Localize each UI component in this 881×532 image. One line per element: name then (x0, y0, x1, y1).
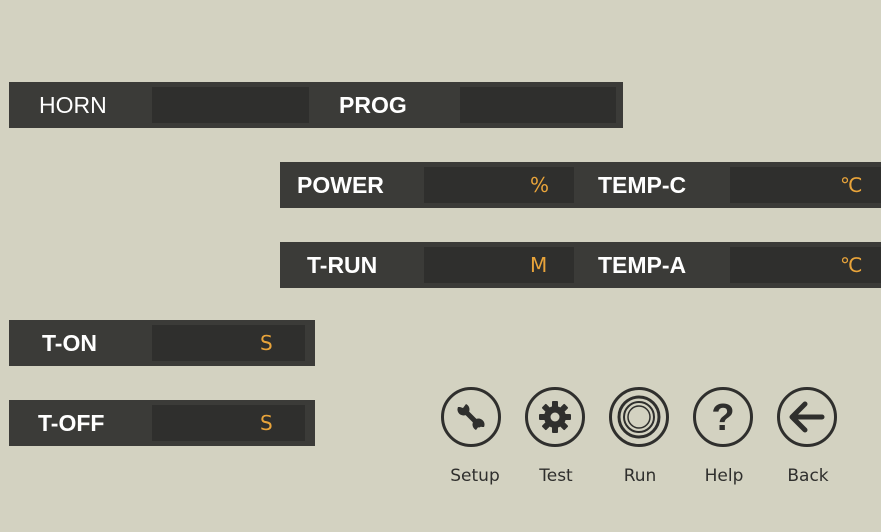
run-label: Run (623, 466, 657, 486)
t-on-unit: S (260, 331, 273, 355)
back-label: Back (787, 466, 829, 486)
t-run-label: T-RUN (307, 252, 378, 278)
gear-icon (539, 401, 571, 433)
t-off-unit: S (260, 411, 273, 435)
horn-label: HORN (39, 92, 107, 118)
setup-label: Setup (450, 466, 500, 486)
power-field[interactable]: % (424, 167, 574, 203)
t-run-temp-a-strip: T-RUN M TEMP-A ℃ (280, 242, 881, 288)
run-button[interactable] (609, 387, 669, 447)
prog-field[interactable] (460, 87, 616, 123)
horn-field[interactable] (152, 87, 309, 123)
temp-c-unit: ℃ (840, 173, 863, 197)
temp-a-field[interactable]: ℃ (730, 247, 881, 283)
t-run-unit: M (530, 253, 548, 277)
t-off-strip: T-OFF S (9, 400, 315, 446)
prog-label: PROG (339, 92, 407, 118)
setup-button[interactable] (441, 387, 501, 447)
t-on-strip: T-ON S (9, 320, 315, 366)
test-button[interactable] (525, 387, 585, 447)
power-unit: % (530, 173, 550, 197)
temp-c-label: TEMP-C (598, 172, 687, 198)
control-panel: HORN PROG POWER % TEMP-C ℃ T-RUN M TEMP-… (0, 0, 881, 532)
concentric-rings-icon (617, 395, 661, 439)
temp-a-unit: ℃ (840, 253, 863, 277)
question-mark-icon: ? (711, 397, 734, 437)
test-label: Test (539, 466, 573, 486)
t-on-label: T-ON (42, 330, 97, 356)
wrench-icon (457, 404, 485, 430)
temp-a-label: TEMP-A (598, 252, 687, 278)
power-temp-c-strip: POWER % TEMP-C ℃ (280, 162, 881, 208)
help-label: Help (704, 466, 744, 486)
power-label: POWER (297, 172, 384, 198)
horn-prog-strip: HORN PROG (9, 82, 623, 128)
t-on-field[interactable]: S (152, 325, 305, 361)
t-off-label: T-OFF (38, 410, 105, 436)
svg-text:?: ? (711, 397, 734, 437)
arrow-left-icon (789, 401, 825, 433)
temp-c-field[interactable]: ℃ (730, 167, 881, 203)
help-button[interactable]: ? (693, 387, 753, 447)
back-button[interactable] (777, 387, 837, 447)
t-off-field[interactable]: S (152, 405, 305, 441)
t-run-field[interactable]: M (424, 247, 574, 283)
